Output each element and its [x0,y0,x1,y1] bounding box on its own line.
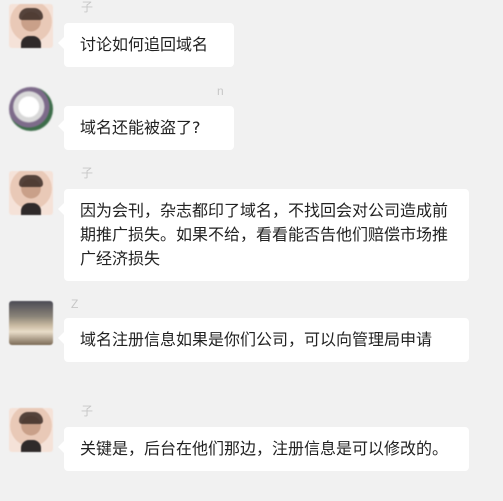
avatar-body [21,36,41,48]
sender-name: 子 [81,404,94,418]
chat-message-list: 子 讨论如何追回域名 n 域名还能被盗了? 子 因为会刊，杂志都印了域名，不找回… [0,0,503,501]
avatar-body [21,203,41,215]
sender-name: n [217,84,224,98]
message-bubble[interactable]: 域名注册信息如果是你们公司，可以向管理局申请 [58,318,469,362]
avatar-hair [19,175,43,187]
sender-name: Z [71,297,79,311]
avatar-body [21,440,41,452]
message-bubble[interactable]: 域名还能被盗了? [58,106,234,150]
message-bubble[interactable]: 关键是，后台在他们那边，注册信息是可以修改的。 [58,427,469,471]
message-bubble[interactable]: 因为会刊，杂志都印了域名，不找回会对公司造成前期推广损失。如果不给，看看能否告他… [58,189,469,281]
avatar[interactable] [9,87,53,131]
avatar-hair [19,412,43,424]
sender-name: 子 [81,0,94,14]
avatar[interactable] [9,301,53,345]
avatar[interactable] [9,171,53,215]
avatar[interactable] [9,408,53,452]
avatar-hair [19,8,43,20]
avatar[interactable] [9,4,53,48]
message-bubble[interactable]: 讨论如何追回域名 [58,23,234,67]
sender-name: 子 [81,166,94,180]
